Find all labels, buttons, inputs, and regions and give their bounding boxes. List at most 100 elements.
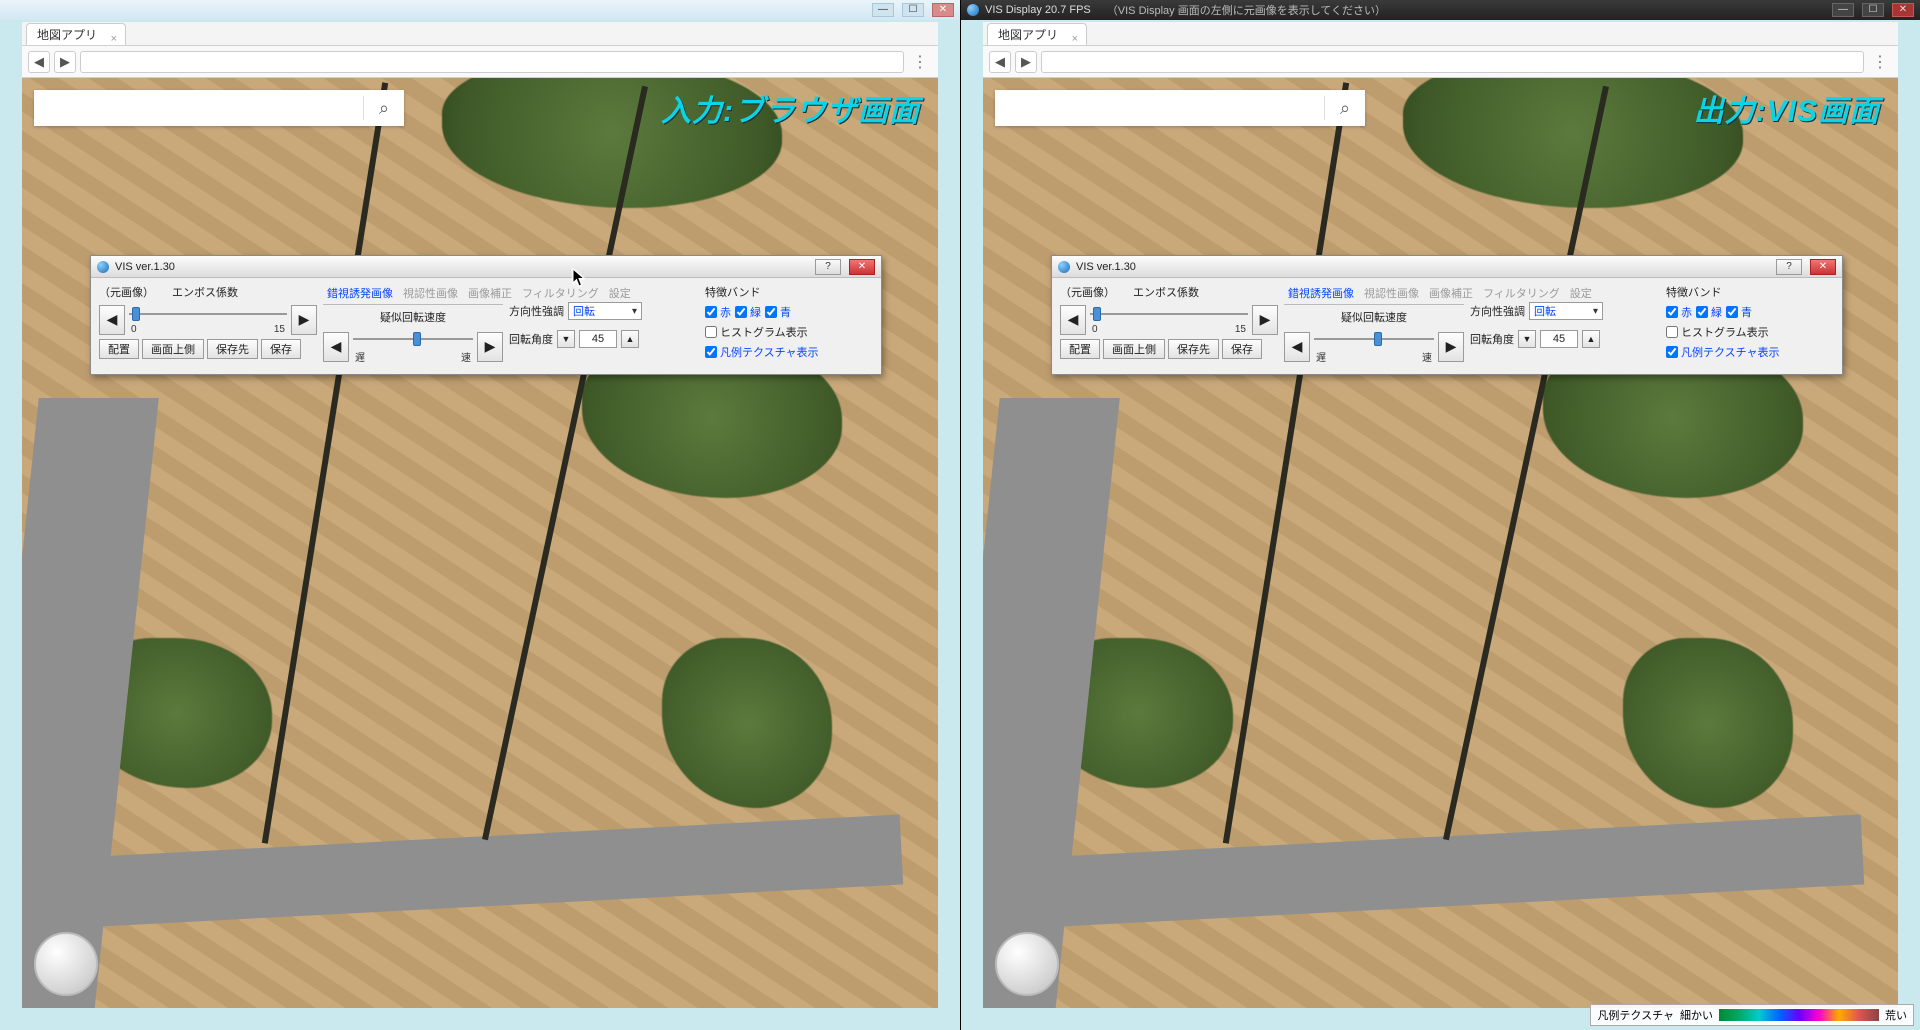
right-viewport: ⌕ 出力:VIS画面 VIS ver.1.30 ? ✕ [983, 78, 1898, 1008]
band-header: 特徴バンド [1666, 284, 1834, 300]
vis-title-text: VIS ver.1.30 [115, 261, 175, 273]
chk-histogram[interactable]: ヒストグラム表示 [1666, 324, 1834, 340]
right-toolbar: ◀ ▶ ⋮ [983, 46, 1898, 78]
angle-down-button[interactable]: ▼ [1518, 330, 1536, 348]
place-button[interactable]: 配置 [1060, 339, 1100, 359]
chk-green[interactable]: 緑 [735, 304, 761, 320]
compass-icon[interactable] [995, 932, 1059, 996]
back-button[interactable]: ◀ [989, 51, 1011, 73]
angle-up-button[interactable]: ▲ [621, 330, 639, 348]
chk-blue[interactable]: 青 [765, 304, 791, 320]
chk-green[interactable]: 緑 [1696, 304, 1722, 320]
vis-close-button[interactable]: ✕ [849, 259, 875, 275]
place-button[interactable]: 配置 [99, 339, 139, 359]
vis-app-icon [97, 261, 109, 273]
emboss-slider[interactable] [1090, 304, 1248, 324]
chk-histogram[interactable]: ヒストグラム表示 [705, 324, 873, 340]
left-browser-tab[interactable]: 地図アプリ × [26, 23, 126, 45]
vis-close-button[interactable]: ✕ [1810, 259, 1836, 275]
angle-down-button[interactable]: ▼ [557, 330, 575, 348]
search-icon[interactable]: ⌕ [1325, 98, 1365, 119]
speed-slider[interactable] [1314, 329, 1434, 349]
direction-combo[interactable]: 回転 ▾ [1529, 302, 1603, 320]
tab-visibility[interactable]: 視認性画像 [399, 284, 462, 302]
chk-red[interactable]: 赤 [1666, 304, 1692, 320]
rotation-speed-label: 疑似回転速度 [323, 309, 503, 325]
screen-top-button[interactable]: 画面上側 [142, 339, 204, 359]
vis-titlebar[interactable]: VIS ver.1.30 ? ✕ [91, 256, 881, 278]
browser-menu-icon[interactable]: ⋮ [908, 52, 932, 72]
direction-combo[interactable]: 回転 ▾ [568, 302, 642, 320]
speed-prev-button[interactable]: ◀ [1284, 332, 1310, 362]
right-os-hint: （VIS Display 画面の左側に元画像を表示してください） [1107, 2, 1386, 18]
left-toolbar: ◀ ▶ ⋮ [22, 46, 938, 78]
left-viewport: ⌕ 入力:ブラウザ画面 VIS ver.1.30 ? ✕ [22, 78, 938, 1008]
speed-prev-button[interactable]: ◀ [323, 332, 349, 362]
maximize-button[interactable]: ☐ [902, 3, 924, 17]
map-search: ⌕ [34, 90, 404, 126]
map-search-input[interactable] [34, 90, 363, 126]
map-search-input[interactable] [995, 90, 1324, 126]
minimize-button[interactable]: — [872, 3, 894, 17]
maximize-button[interactable]: ☐ [1862, 3, 1884, 17]
legend-bar: 凡例テクスチャ 細かい 荒い [1590, 1004, 1914, 1026]
map-search: ⌕ [995, 90, 1365, 126]
emboss-slider[interactable] [129, 304, 287, 324]
left-tab-label: 地図アプリ [37, 28, 97, 42]
angle-label: 回転角度 [1470, 331, 1514, 347]
save-button[interactable]: 保存 [1222, 339, 1262, 359]
left-tabbar: 地図アプリ × [22, 22, 938, 46]
chk-legend-texture[interactable]: 凡例テクスチャ表示 [705, 344, 873, 360]
legend-right: 荒い [1885, 1007, 1907, 1023]
save-button[interactable]: 保存 [261, 339, 301, 359]
orig-image-label: （元画像） [99, 284, 154, 300]
speed-fast: 速 [461, 349, 471, 364]
tab-visibility[interactable]: 視認性画像 [1360, 284, 1423, 302]
rotation-speed-label: 疑似回転速度 [1284, 309, 1464, 325]
chk-blue[interactable]: 青 [1726, 304, 1752, 320]
close-tab-icon[interactable]: × [1072, 28, 1078, 50]
close-button[interactable]: ✕ [932, 3, 954, 17]
orig-next-button[interactable]: ▶ [291, 305, 317, 335]
right-tab-label: 地図アプリ [998, 28, 1058, 42]
url-bar[interactable] [80, 51, 904, 73]
tab-illusion[interactable]: 錯視誘発画像 [323, 284, 397, 302]
right-browser: 地図アプリ × ◀ ▶ ⋮ [983, 22, 1898, 1008]
close-button[interactable]: ✕ [1892, 3, 1914, 17]
angle-value[interactable]: 45 [579, 330, 617, 348]
forward-button[interactable]: ▶ [54, 51, 76, 73]
speed-slider[interactable] [353, 329, 473, 349]
chk-red[interactable]: 赤 [705, 304, 731, 320]
chk-legend-texture[interactable]: 凡例テクスチャ表示 [1666, 344, 1834, 360]
vis-mode-tabs: 錯視誘発画像 視認性画像 画像補正 フィルタリング 設定 [323, 284, 503, 305]
vis-help-button[interactable]: ? [815, 259, 841, 275]
orig-next-button[interactable]: ▶ [1252, 305, 1278, 335]
close-tab-icon[interactable]: × [111, 28, 117, 50]
back-button[interactable]: ◀ [28, 51, 50, 73]
left-os-titlebar: — ☐ ✕ [0, 0, 960, 20]
compass-icon[interactable] [34, 932, 98, 996]
forward-button[interactable]: ▶ [1015, 51, 1037, 73]
tab-illusion[interactable]: 錯視誘発画像 [1284, 284, 1358, 302]
direction-label: 方向性強調 [1470, 303, 1525, 319]
orig-prev-button[interactable]: ◀ [99, 305, 125, 335]
vis-help-button[interactable]: ? [1776, 259, 1802, 275]
browser-menu-icon[interactable]: ⋮ [1868, 52, 1892, 72]
minimize-button[interactable]: — [1832, 3, 1854, 17]
speed-next-button[interactable]: ▶ [477, 332, 503, 362]
angle-label: 回転角度 [509, 331, 553, 347]
angle-up-button[interactable]: ▲ [1582, 330, 1600, 348]
save-dest-button[interactable]: 保存先 [207, 339, 258, 359]
url-bar[interactable] [1041, 51, 1864, 73]
legend-label: 凡例テクスチャ [1597, 1007, 1674, 1023]
right-browser-tab[interactable]: 地図アプリ × [987, 23, 1087, 45]
speed-next-button[interactable]: ▶ [1438, 332, 1464, 362]
vis-title-text: VIS ver.1.30 [1076, 261, 1136, 273]
left-pane: — ☐ ✕ 地図アプリ × ◀ ▶ ⋮ [0, 0, 960, 1030]
search-icon[interactable]: ⌕ [364, 98, 404, 119]
screen-top-button[interactable]: 画面上側 [1103, 339, 1165, 359]
orig-prev-button[interactable]: ◀ [1060, 305, 1086, 335]
angle-value[interactable]: 45 [1540, 330, 1578, 348]
save-dest-button[interactable]: 保存先 [1168, 339, 1219, 359]
vis-titlebar[interactable]: VIS ver.1.30 ? ✕ [1052, 256, 1842, 278]
